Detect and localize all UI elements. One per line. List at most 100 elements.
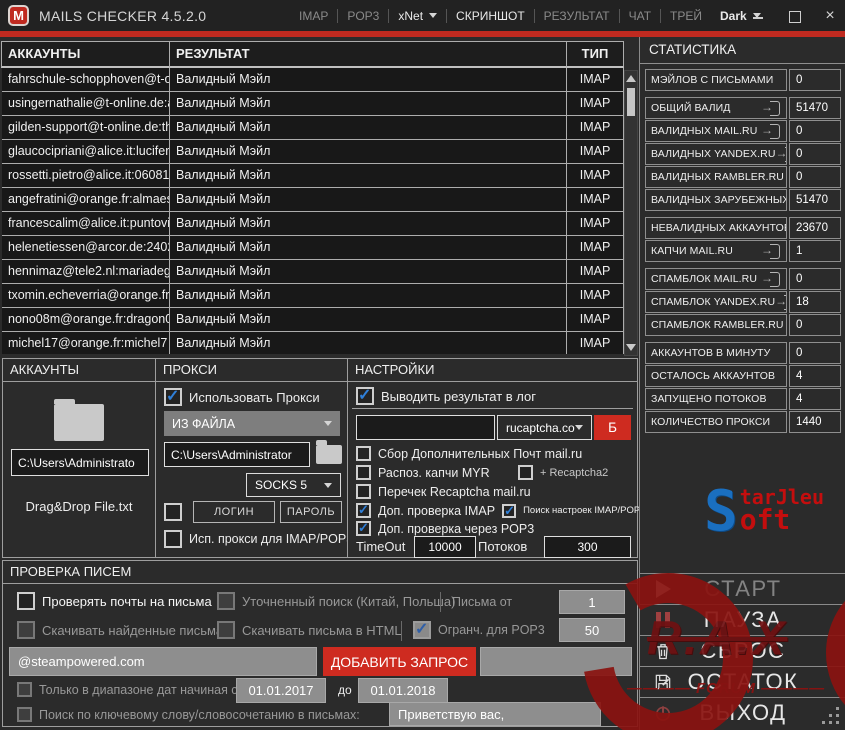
menu-imap[interactable]: IMAP — [290, 9, 337, 23]
table-row[interactable]: francescalim@alice.it:puntovirgola Валид… — [2, 211, 624, 236]
table-row[interactable]: nono08m@orange.fr:dragon08m Валидный Мэй… — [2, 307, 624, 332]
bottom-panels: АККАУНТЫ C:\Users\Administrato Drag&Drop… — [2, 358, 640, 558]
myr-captcha-checkbox[interactable] — [356, 465, 371, 480]
stat-value: 0 — [789, 69, 841, 91]
table-row[interactable]: rossetti.pietro@alice.it:06081986 Валидн… — [2, 163, 624, 188]
table-row[interactable]: gilden-support@t-online.de:thunder Валид… — [2, 115, 624, 140]
export-arrow-icon[interactable] — [761, 271, 781, 287]
menu-tray[interactable]: ТРЕЙ — [661, 9, 711, 23]
export-arrow-icon[interactable] — [775, 294, 786, 310]
pop3-limit-input[interactable]: 50 — [559, 618, 625, 642]
scroll-down-icon[interactable] — [626, 344, 636, 351]
result-cell: Валидный Мэйл — [169, 211, 567, 236]
menu-chat[interactable]: ЧАТ — [620, 9, 660, 23]
folder-icon[interactable] — [54, 399, 104, 441]
imap-settings-search-checkbox[interactable] — [502, 503, 517, 519]
divider — [440, 592, 441, 612]
check-mails-checkbox[interactable] — [17, 592, 35, 610]
stat-label: НЕВАЛИДНЫХ АККАУНТОВ — [651, 222, 787, 234]
scrollbar-thumb[interactable] — [627, 88, 635, 116]
proxy-file-path-input[interactable]: C:\Users\Administrator — [164, 442, 310, 467]
export-arrow-icon[interactable] — [761, 100, 781, 116]
timeout-label: TimeOut — [356, 539, 406, 554]
login-button[interactable]: ЛОГИН — [193, 501, 275, 523]
table-row[interactable]: hennimaz@tele2.nl:mariadeghennim Валидны… — [2, 259, 624, 284]
result-cell: Валидный Мэйл — [169, 68, 567, 92]
rest-button[interactable]: ОСТАТОК — [640, 666, 845, 697]
reset-button[interactable]: СБРОС — [640, 635, 845, 666]
proxy-source-select[interactable]: ИЗ ФАЙЛА — [164, 411, 340, 436]
proxy-auth-checkbox[interactable] — [164, 503, 182, 521]
stat-row: ВАЛИДНЫХ MAIL.RU 0 — [645, 120, 841, 142]
recaptcha2-checkbox[interactable] — [518, 465, 533, 480]
accounts-file-path-input[interactable]: C:\Users\Administrato — [11, 449, 149, 476]
captcha-service-select[interactable]: rucaptcha.co — [497, 415, 592, 440]
menu-pop3[interactable]: POP3 — [338, 9, 388, 23]
refined-search-checkbox[interactable] — [217, 592, 235, 610]
use-proxy-checkbox[interactable] — [164, 386, 182, 406]
browse-folder-icon[interactable] — [316, 440, 342, 464]
menu-screenshot[interactable]: СКРИНШОТ — [447, 9, 534, 23]
minimize-button[interactable] — [751, 9, 765, 23]
menu-xnet-dropdown[interactable]: xNet — [389, 9, 446, 23]
date-range-checkbox[interactable] — [17, 682, 32, 697]
date-to-input[interactable]: 01.01.2018 — [358, 678, 448, 703]
password-button[interactable]: ПАРОЛЬ — [280, 501, 342, 523]
column-header-type[interactable]: ТИП — [566, 41, 624, 68]
query-extra-box[interactable] — [480, 647, 632, 676]
scroll-up-icon[interactable] — [626, 75, 636, 82]
add-query-button[interactable]: ДОБАВИТЬ ЗАПРОС — [323, 647, 476, 676]
download-letters-checkbox[interactable] — [17, 621, 35, 639]
letters-from-input[interactable]: 1 — [559, 590, 625, 614]
close-button[interactable]: × — [823, 7, 837, 23]
exit-button[interactable]: ВЫХОД — [640, 697, 845, 728]
threads-input[interactable]: 300 — [544, 536, 631, 558]
keyword-search-checkbox[interactable] — [17, 707, 32, 722]
perechek-recaptcha-checkbox[interactable] — [356, 484, 371, 499]
results-table: АККАУНТЫ РЕЗУЛЬТАТ ТИП fahrschule-schopp… — [1, 41, 624, 354]
imap-extra-check-checkbox[interactable] — [356, 502, 371, 518]
export-arrow-icon[interactable] — [761, 123, 781, 139]
type-cell: IMAP — [566, 187, 624, 212]
table-row[interactable]: usingernathalie@t-online.de:abitur Валид… — [2, 91, 624, 116]
table-row[interactable]: txomin.echeverria@orange.fr:ENZO2 Валидн… — [2, 283, 624, 308]
resize-grip[interactable] — [822, 707, 840, 725]
soft-logo: S tarJleu oft — [704, 484, 824, 540]
collect-extra-mails-checkbox[interactable] — [356, 446, 371, 461]
table-row[interactable]: fahrschule-schopphoven@t-online.d Валидн… — [2, 68, 624, 92]
statistics-rows: МЭЙЛОВ С ПИСЬМАМИ 0 ОБЩИЙ ВАЛИД 51470 ВА… — [640, 69, 845, 433]
pop3-limit-checkbox[interactable] — [413, 619, 431, 639]
maximize-button[interactable] — [787, 9, 801, 23]
table-row[interactable]: angefratini@orange.fr:almaes1944 Валидны… — [2, 187, 624, 212]
export-arrow-icon[interactable] — [784, 170, 786, 185]
result-cell: Валидный Мэйл — [169, 163, 567, 188]
pause-button[interactable]: ПАУЗА — [640, 604, 845, 635]
statistics-title: СТАТИСТИКА — [640, 37, 845, 64]
account-cell: rossetti.pietro@alice.it:06081986 — [2, 163, 170, 188]
table-row[interactable]: michel17@orange.fr:michel7 Валидный Мэйл… — [2, 331, 624, 354]
menu-result[interactable]: РЕЗУЛЬТАТ — [535, 9, 619, 23]
pop3-extra-check-checkbox[interactable] — [356, 520, 371, 536]
column-header-result[interactable]: РЕЗУЛЬТАТ — [169, 41, 567, 68]
timeout-input[interactable]: 10000 — [414, 536, 476, 558]
proxy-type-select[interactable]: SOCKS 5 — [246, 473, 341, 497]
table-row[interactable]: helenetiessen@arcor.de:240279 Валидный М… — [2, 235, 624, 260]
log-output-checkbox[interactable] — [356, 385, 374, 405]
query-input[interactable]: @steampowered.com — [9, 647, 317, 676]
captcha-key-input[interactable] — [356, 415, 495, 440]
export-arrow-icon[interactable] — [784, 318, 786, 333]
use-proxy-imap-pop3-checkbox[interactable] — [164, 530, 182, 548]
table-row[interactable]: glaucocipriani@alice.it:lucifero70 Валид… — [2, 139, 624, 164]
start-button[interactable]: СТАРТ — [640, 573, 845, 604]
download-html-checkbox[interactable] — [217, 621, 235, 639]
export-arrow-icon[interactable] — [776, 146, 786, 162]
table-scrollbar[interactable] — [624, 70, 638, 356]
pause-icon — [652, 609, 674, 631]
column-header-accounts[interactable]: АККАУНТЫ — [1, 41, 170, 68]
balance-button[interactable]: Б — [594, 415, 631, 440]
keyword-input[interactable]: Приветствую вас, — [389, 702, 601, 726]
date-from-input[interactable]: 01.01.2017 — [236, 678, 326, 703]
log-output-label: Выводить результат в лог — [381, 388, 536, 404]
export-arrow-icon[interactable] — [761, 243, 781, 259]
stat-value: 18 — [789, 291, 841, 313]
